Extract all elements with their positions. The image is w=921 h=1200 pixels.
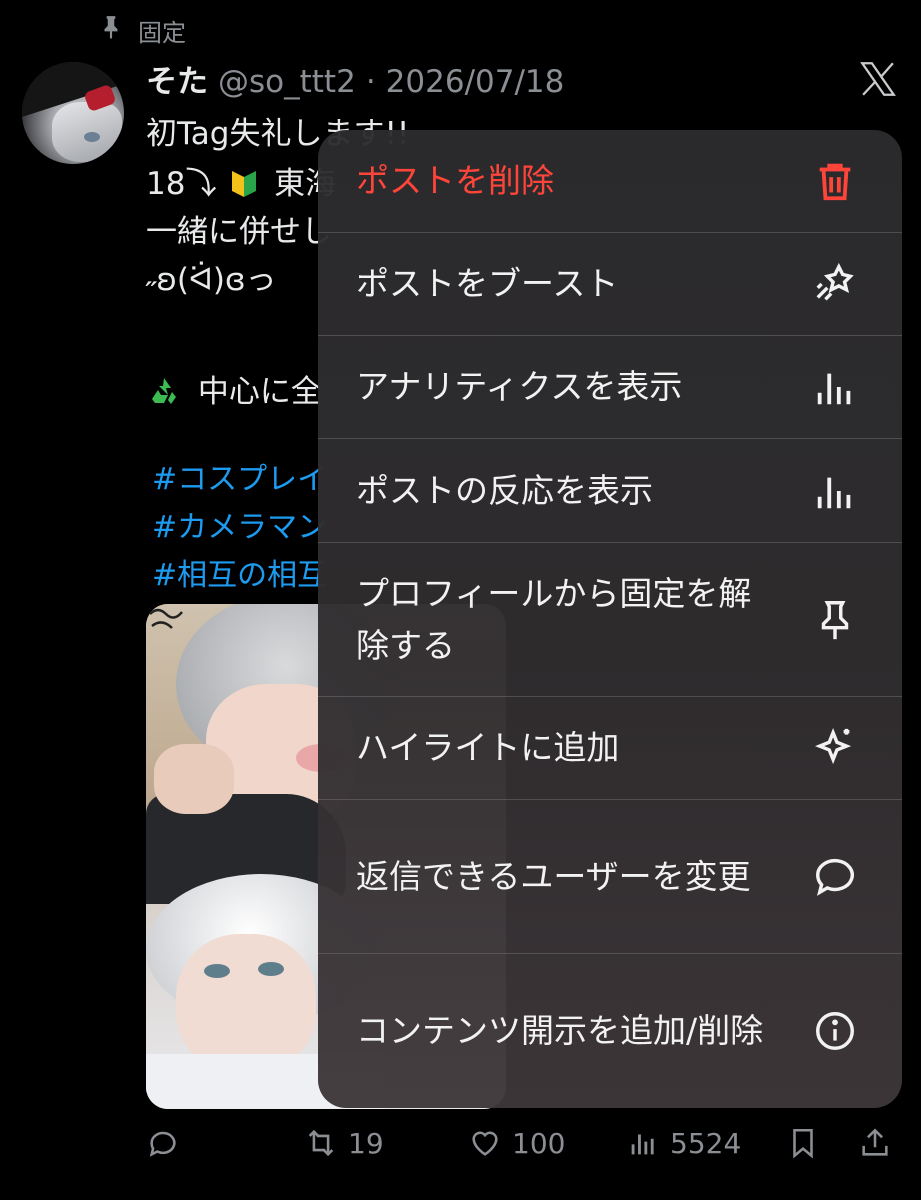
- like-button[interactable]: 100: [468, 1126, 565, 1160]
- menu-item-label: ポストを削除: [356, 161, 554, 200]
- info-icon: [812, 1008, 858, 1054]
- views-bars-icon: [631, 1134, 654, 1155]
- post-text-line: 中心に全: [146, 366, 322, 411]
- post-context-menu: ポストを削除 ポストをブースト アナリティクスを表示 ポストの反応を表示 プロフ: [318, 130, 902, 1108]
- post-action-bar: 19 100 5524: [146, 1126, 906, 1174]
- analytics-bars-icon: [812, 364, 858, 410]
- heart-icon: [472, 1131, 498, 1156]
- beginner-mark-icon: [230, 169, 258, 199]
- avatar[interactable]: [22, 62, 124, 164]
- menu-item-change-reply-settings[interactable]: 返信できるユーザーを変更: [318, 800, 902, 954]
- rocket-boost-icon: [812, 261, 858, 307]
- menu-item-delete-post[interactable]: ポストを削除: [318, 130, 902, 233]
- pinned-label: 固定: [138, 18, 186, 47]
- handle[interactable]: @so_ttt2: [218, 64, 356, 100]
- share-icon: [862, 1128, 888, 1156]
- menu-item-label: コンテンツ開示を追加/削除: [356, 1011, 764, 1050]
- views-count: 5524: [670, 1126, 742, 1160]
- views-button[interactable]: 5524: [626, 1126, 741, 1160]
- reply-icon: [149, 1131, 176, 1157]
- menu-item-label: 返信できるユーザーを変更: [356, 856, 751, 896]
- repost-button[interactable]: 19: [304, 1126, 384, 1160]
- separator-dot: ·: [365, 64, 376, 100]
- menu-item-view-engagements[interactable]: ポストの反応を表示: [318, 439, 902, 543]
- repost-count: 19: [348, 1126, 384, 1160]
- menu-item-unpin-from-profile[interactable]: プロフィールから固定を解除する: [318, 543, 902, 697]
- share-button[interactable]: [858, 1126, 892, 1160]
- post-text-line: 18⤵ 東海: [146, 166, 337, 202]
- trash-icon: [812, 158, 858, 204]
- menu-item-label: ポストをブースト: [356, 264, 619, 303]
- hashtag-link[interactable]: #カメラマン: [152, 502, 327, 546]
- post-date[interactable]: 2026/07/18: [386, 64, 565, 100]
- bookmark-button[interactable]: [786, 1126, 820, 1160]
- pinned-indicator: 固定: [98, 14, 186, 47]
- pin-icon: [812, 597, 858, 643]
- menu-item-content-disclosure[interactable]: コンテンツ開示を追加/削除: [318, 954, 902, 1108]
- x-logo-icon: [857, 58, 899, 100]
- pin-small-icon: [98, 14, 124, 46]
- menu-item-label: プロフィールから固定を解除する: [356, 573, 752, 665]
- bookmark-icon: [793, 1128, 813, 1159]
- reply-button[interactable]: [146, 1126, 190, 1160]
- sparkle-icon: [812, 725, 858, 771]
- post-screen: 固定 そた @so_ttt2 · 2026/07/18 初Tag失礼します!! …: [0, 0, 921, 1200]
- menu-item-view-analytics[interactable]: アナリティクスを表示: [318, 336, 902, 439]
- menu-item-boost-post[interactable]: ポストをブースト: [318, 233, 902, 336]
- post-text-line: ˶ʚ(ᐛ)ɞっ: [146, 262, 277, 298]
- menu-item-add-highlight[interactable]: ハイライトに追加: [318, 697, 902, 800]
- post-text-line: 一緒に併せし: [146, 214, 332, 250]
- hashtag-link[interactable]: #コスプレイ: [152, 454, 327, 498]
- speech-bubble-icon: [812, 854, 858, 900]
- hashtag-link[interactable]: #相互の相互: [152, 550, 327, 594]
- menu-item-label: アナリティクスを表示: [356, 367, 683, 406]
- like-count: 100: [512, 1126, 566, 1160]
- menu-item-label: ハイライトに追加: [356, 728, 620, 767]
- menu-item-label: ポストの反応を表示: [356, 470, 653, 510]
- recycle-icon: [146, 373, 182, 409]
- post-header: そた @so_ttt2 · 2026/07/18: [146, 56, 564, 100]
- display-name[interactable]: そた: [146, 56, 208, 101]
- analytics-bars-icon: [812, 468, 858, 514]
- repost-icon: [308, 1129, 334, 1157]
